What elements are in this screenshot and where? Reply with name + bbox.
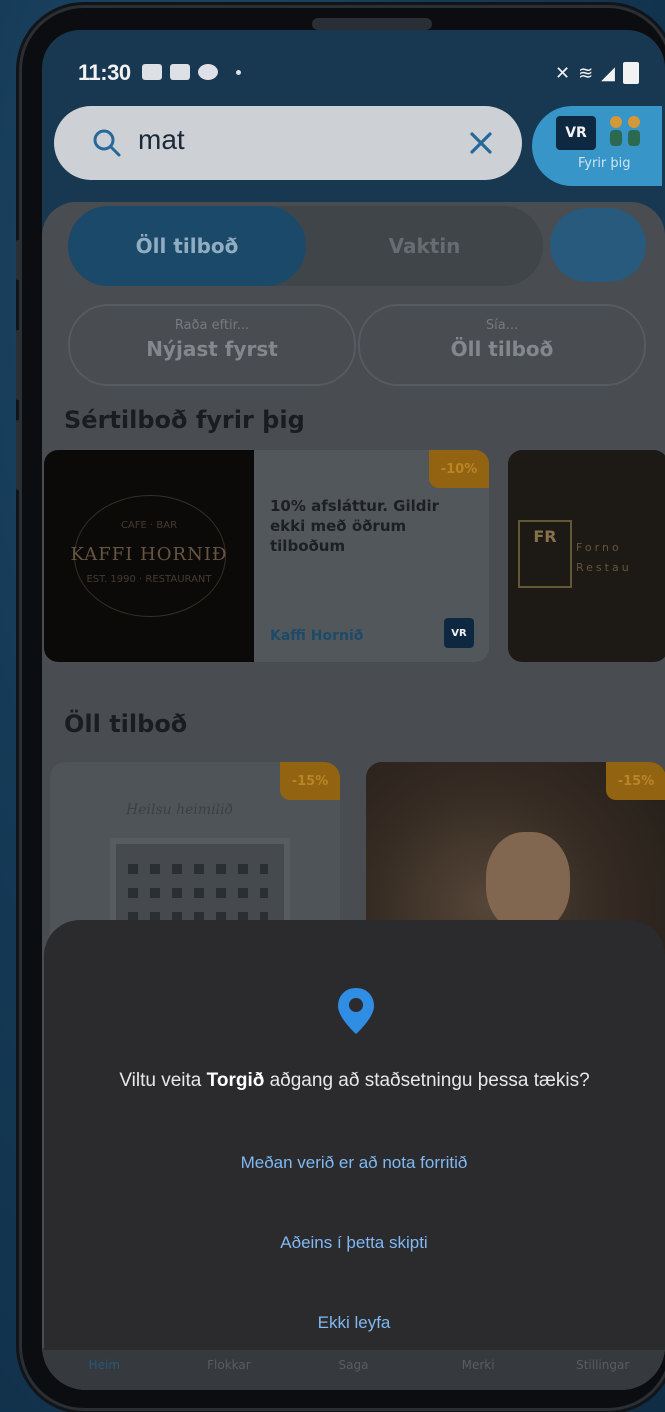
phone-screen: 11:30 ✕ ≋ ◢ mat VR Fyrir þig Öll tilboð … bbox=[42, 30, 665, 1390]
speaker-grille bbox=[312, 18, 432, 30]
location-pin-icon bbox=[338, 988, 374, 1034]
question-suffix: aðgang að staðsetningu þessa tækis? bbox=[264, 1070, 590, 1091]
allow-once-button[interactable]: Aðeins í þetta skipti bbox=[104, 1218, 604, 1268]
volume-button bbox=[16, 240, 20, 280]
question-prefix: Viltu veita bbox=[119, 1070, 207, 1091]
volume-button bbox=[16, 330, 20, 400]
power-button bbox=[16, 420, 20, 490]
deny-button[interactable]: Ekki leyfa bbox=[104, 1298, 604, 1348]
permission-question: Viltu veita Torgið aðgang að staðsetning… bbox=[44, 1070, 665, 1092]
allow-while-using-button[interactable]: Meðan verið er að nota forritið bbox=[104, 1138, 604, 1188]
app-name: Torgið bbox=[206, 1070, 265, 1091]
location-permission-dialog: Viltu veita Torgið aðgang að staðsetning… bbox=[44, 920, 665, 1350]
